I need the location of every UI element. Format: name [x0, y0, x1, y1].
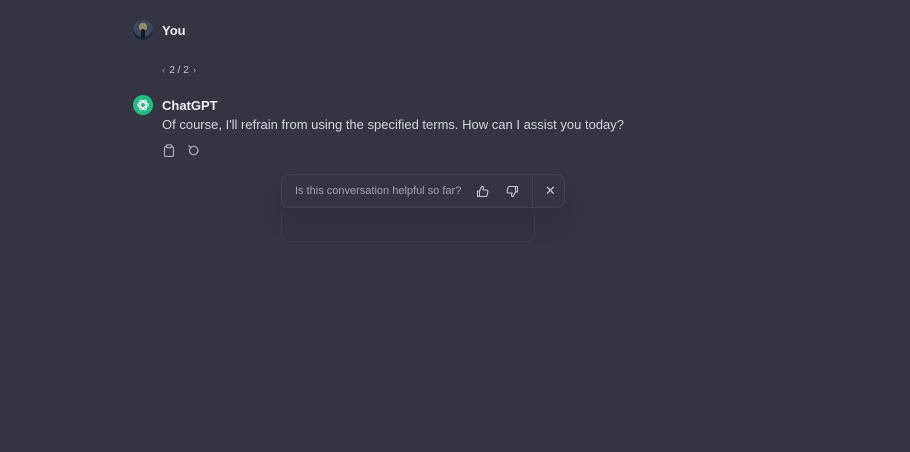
message-actions [162, 143, 200, 157]
openai-logo-icon [137, 99, 149, 111]
regenerate-icon [187, 144, 198, 155]
feedback-divider [532, 174, 534, 208]
response-pager: ‹ 2 / 2 › [162, 65, 196, 76]
regenerate-button[interactable] [186, 143, 200, 157]
bot-sender-name: ChatGPT [162, 97, 218, 113]
bot-message-header: ChatGPT [133, 95, 218, 115]
user-sender-name: You [162, 22, 186, 38]
thumbs-down-icon [506, 185, 518, 197]
feedback-prompt: Is this conversation helpful so far? ✕ [281, 174, 565, 208]
chatgpt-avatar [133, 95, 153, 115]
pager-count: 2 / 2 [169, 65, 189, 76]
thumbs-down-button[interactable] [504, 183, 520, 199]
user-avatar [133, 20, 153, 40]
thumbs-up-button[interactable] [474, 183, 490, 199]
clipboard-icon [163, 143, 175, 157]
thumbs-up-icon [476, 185, 489, 197]
bot-message-text: Of course, I'll refrain from using the s… [162, 117, 625, 132]
feedback-question: Is this conversation helpful so far? [295, 185, 462, 197]
close-button[interactable]: ✕ [542, 183, 558, 199]
user-message-header: You [133, 20, 186, 40]
previous-response-icon[interactable]: ‹ [162, 65, 165, 76]
next-response-icon[interactable]: › [193, 65, 196, 76]
copy-button[interactable] [162, 143, 176, 157]
faded-panel-outline [281, 214, 535, 242]
close-icon: ✕ [544, 183, 556, 198]
